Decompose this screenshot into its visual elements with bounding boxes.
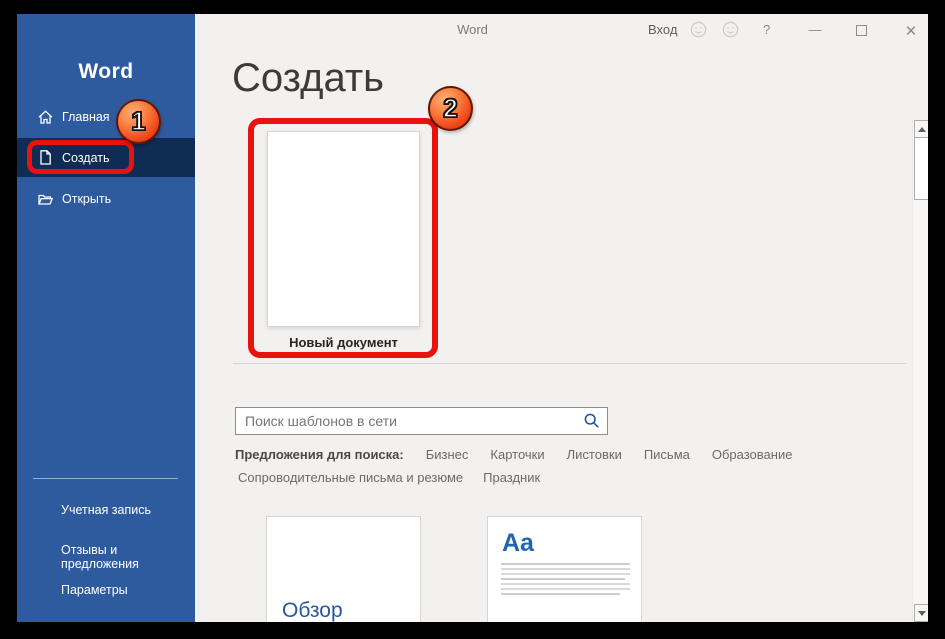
word-backstage-window: Word Вход ? — ✕ Word Главная Создать Отк… <box>17 14 928 622</box>
smiley-feedback-icon[interactable] <box>690 21 707 38</box>
sign-in-button[interactable]: Вход <box>648 22 677 37</box>
app-name: Word <box>78 60 134 83</box>
sidebar-divider <box>33 478 178 479</box>
blank-document-label: Новый документ <box>289 335 398 350</box>
sidebar-item-home[interactable]: Главная <box>17 98 195 136</box>
suggestion-link-flyers[interactable]: Листовки <box>567 447 622 462</box>
scroll-up-icon <box>917 126 926 132</box>
blank-document-template[interactable] <box>267 131 420 327</box>
scroll-down-button[interactable] <box>914 604 928 622</box>
help-icon[interactable]: ? <box>763 22 770 37</box>
sidebar-item-open[interactable]: Открыть <box>17 180 195 218</box>
scroll-up-button[interactable] <box>914 120 928 138</box>
smiley-feedback-icon[interactable] <box>722 21 739 38</box>
open-folder-icon <box>38 194 54 205</box>
search-input[interactable] <box>236 408 577 434</box>
suggestion-link-letters[interactable]: Письма <box>644 447 690 462</box>
sidebar-item-new[interactable]: Создать <box>17 138 195 177</box>
template-preview-lines <box>501 563 630 598</box>
template-search <box>235 407 608 435</box>
suggestion-link-holiday[interactable]: Праздник <box>483 470 540 485</box>
search-icon <box>584 413 599 428</box>
suggestion-link-resume[interactable]: Сопроводительные письма и резюме <box>238 470 463 485</box>
scrollbar-thumb[interactable] <box>914 137 928 200</box>
suggestion-link-education[interactable]: Образование <box>712 447 793 462</box>
section-divider <box>233 363 906 364</box>
suggestions-label: Предложения для поиска: <box>235 447 404 462</box>
close-button[interactable]: ✕ <box>899 22 923 40</box>
new-document-icon <box>40 150 51 165</box>
maximize-button[interactable] <box>856 25 867 36</box>
template-card-tour[interactable]: Обзор <box>266 516 421 622</box>
suggestion-link-business[interactable]: Бизнес <box>426 447 469 462</box>
search-button[interactable] <box>577 408 607 434</box>
sidebar-item-label: Главная <box>62 110 110 124</box>
home-icon <box>38 109 53 124</box>
template-preview-text: Aa <box>502 529 534 557</box>
suggestion-link-cards[interactable]: Карточки <box>490 447 544 462</box>
sidebar-item-account[interactable]: Учетная запись <box>61 503 151 517</box>
search-suggestions-row-2: Сопроводительные письма и резюме Праздни… <box>238 470 540 485</box>
annotation-step2-badge: 2 <box>428 86 473 131</box>
sidebar-item-feedback[interactable]: Отзывы и предложения <box>61 543 195 571</box>
scroll-down-icon <box>917 610 926 616</box>
search-suggestions-row-1: Предложения для поиска: Бизнес Карточки … <box>235 447 792 462</box>
page-title: Создать <box>232 56 385 100</box>
vertical-scrollbar[interactable] <box>912 120 928 622</box>
minimize-button[interactable]: — <box>803 22 827 37</box>
sidebar-item-options[interactable]: Параметры <box>61 583 128 597</box>
sidebar-item-label: Создать <box>62 150 110 165</box>
sidebar-item-label: Открыть <box>62 192 112 206</box>
template-card-single-spaced[interactable]: Aa <box>487 516 642 622</box>
backstage-sidebar: Word Главная Создать Открыть Учетная зап… <box>17 14 195 622</box>
template-preview-text: Обзор <box>282 599 343 622</box>
